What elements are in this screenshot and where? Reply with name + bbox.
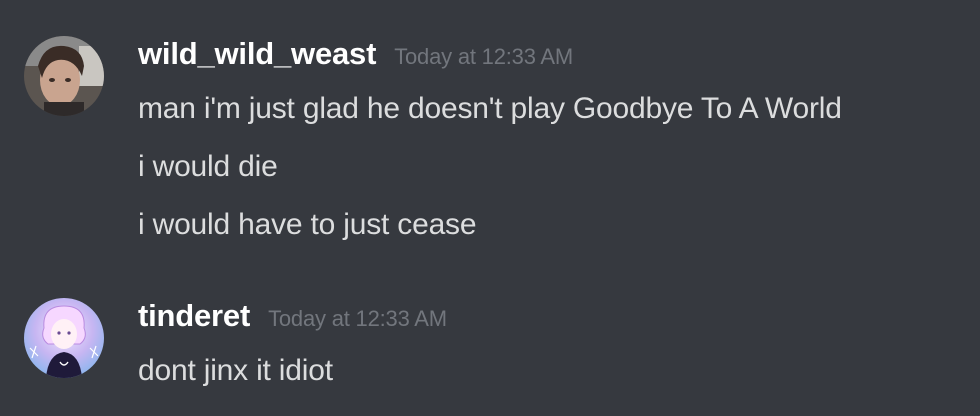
message-text: man i'm just glad he doesn't play Goodby… bbox=[138, 92, 842, 125]
username[interactable]: wild_wild_weast bbox=[138, 36, 376, 72]
message-content: tinderet Today at 12:33 AM dont jinx it … bbox=[138, 298, 980, 400]
message-timestamp: Today at 12:33 AM bbox=[394, 44, 574, 69]
message-header: wild_wild_weast Today at 12:33 AM bbox=[138, 36, 980, 80]
message-content: wild_wild_weast Today at 12:33 AM man i'… bbox=[138, 36, 980, 254]
user-photo-avatar-icon bbox=[24, 36, 104, 116]
message-text: i would die bbox=[138, 150, 278, 183]
chat-messages-pane: wild_wild_weast Today at 12:33 AM man i'… bbox=[0, 0, 980, 416]
illustrated-character-avatar-icon bbox=[24, 298, 104, 378]
avatar[interactable] bbox=[24, 36, 104, 116]
username[interactable]: tinderet bbox=[138, 298, 250, 334]
message-header: tinderet Today at 12:33 AM bbox=[138, 298, 980, 342]
avatar[interactable] bbox=[24, 298, 104, 378]
message-text: dont jinx it idiot bbox=[138, 354, 333, 387]
message-text: i would have to just cease bbox=[138, 208, 477, 241]
message-timestamp: Today at 12:33 AM bbox=[268, 306, 447, 331]
